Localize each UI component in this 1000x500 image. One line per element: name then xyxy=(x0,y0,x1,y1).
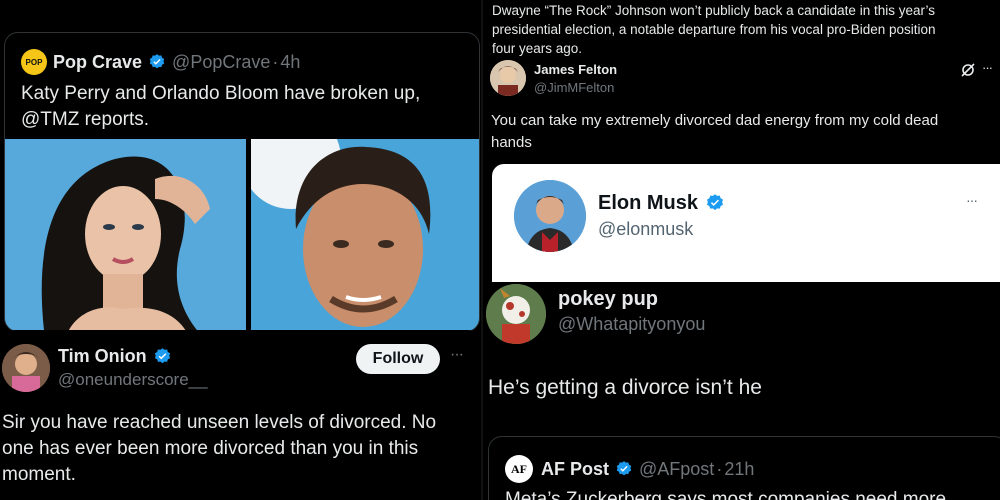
author-handle[interactable]: @elonmusk xyxy=(598,219,693,240)
author-name[interactable]: James Felton xyxy=(534,62,617,77)
separator: · xyxy=(272,51,279,72)
afpost-quoted-card[interactable]: AF AF Post @AFpost · 21h Meta’s Zuckerbe… xyxy=(488,436,1000,500)
follow-button[interactable]: Follow xyxy=(356,344,440,374)
reply-tweet[interactable]: Tim Onion @oneunderscore__ Follow ··· Si… xyxy=(0,330,482,500)
verified-badge-icon xyxy=(616,461,632,476)
right-screenshot: Dwayne “The Rock” Johnson won’t publicly… xyxy=(482,0,1000,500)
more-options-icon[interactable]: ··· xyxy=(450,346,464,364)
author-name[interactable]: AF Post xyxy=(541,459,609,480)
elon-musk-avatar[interactable] xyxy=(514,180,586,252)
james-felton-avatar[interactable] xyxy=(490,60,526,96)
post-age[interactable]: 21h xyxy=(724,459,754,480)
author-name[interactable]: Tim Onion xyxy=(58,346,147,367)
news-text: Dwayne “The Rock” Johnson won’t publicly… xyxy=(492,1,1000,58)
post-text: Meta’s Zuckerberg says most companies ne… xyxy=(505,489,947,500)
more-options-icon[interactable]: ··· xyxy=(966,192,978,208)
separator: · xyxy=(716,458,723,479)
tweet-text-line: You can take my extremely divorced dad e… xyxy=(491,112,939,129)
collage-divider xyxy=(481,0,483,500)
reply-text: Sir you have reached unseen levels of di… xyxy=(2,410,480,488)
logo-text: POP xyxy=(25,57,43,67)
author-handle[interactable]: @PopCrave xyxy=(172,52,270,73)
pokey-pup-avatar[interactable] xyxy=(486,284,546,344)
pokey-pup-tweet[interactable]: pokey pup @Whatapityonyou He’s getting a… xyxy=(482,282,1000,432)
author-name[interactable]: pokey pup xyxy=(558,288,658,311)
post-text-line: Katy Perry and Orlando Bloom have broken… xyxy=(21,83,421,104)
quoted-post-card[interactable]: POP Pop Crave @PopCrave · 4h Katy Perry … xyxy=(4,32,480,332)
author-handle[interactable]: @JimMFelton xyxy=(534,80,614,95)
news-text-line: presidential election, a notable departu… xyxy=(492,22,936,37)
logo-text: AF xyxy=(511,461,527,476)
reply-text-line: moment. xyxy=(2,464,76,485)
katy-perry-photo[interactable] xyxy=(5,139,246,331)
post-text-line: @TMZ reports. xyxy=(21,109,150,130)
portrait-illustration xyxy=(251,139,479,331)
afpost-logo[interactable]: AF xyxy=(505,455,533,483)
tim-onion-avatar[interactable] xyxy=(2,344,50,392)
james-felton-tweet[interactable]: James Felton @JimMFelton ··· You can tak… xyxy=(482,56,1000,166)
tweet-text-line: hands xyxy=(491,134,532,151)
verified-badge-icon xyxy=(707,194,724,211)
tweet-text: You can take my extremely divorced dad e… xyxy=(491,110,938,154)
post-text: Katy Perry and Orlando Bloom have broken… xyxy=(21,81,420,133)
grok-icon[interactable] xyxy=(960,62,976,78)
news-text-line: Dwayne “The Rock” Johnson won’t publicly… xyxy=(492,3,935,18)
elon-musk-card[interactable]: Elon Musk @elonmusk ··· xyxy=(492,164,1000,284)
more-options-icon[interactable]: ··· xyxy=(982,60,993,75)
verified-badge-icon xyxy=(154,347,170,363)
author-handle[interactable]: @oneunderscore__ xyxy=(58,370,208,390)
author-name[interactable]: Pop Crave xyxy=(53,52,142,73)
post-age[interactable]: 4h xyxy=(280,52,300,73)
reply-text-line: Sir you have reached unseen levels of di… xyxy=(2,412,437,433)
author-name[interactable]: Elon Musk xyxy=(598,192,698,215)
portrait-illustration xyxy=(5,139,246,331)
popcrave-logo[interactable]: POP xyxy=(21,49,47,75)
tweet-text: He’s getting a divorce isn’t he xyxy=(488,376,762,399)
author-handle[interactable]: @AFpost xyxy=(639,459,714,480)
orlando-bloom-photo[interactable] xyxy=(251,139,479,331)
reply-text-line: one has ever been more divorced than you… xyxy=(2,438,419,459)
author-handle[interactable]: @Whatapityonyou xyxy=(558,314,705,335)
left-screenshot: POP Pop Crave @PopCrave · 4h Katy Perry … xyxy=(0,0,482,500)
verified-badge-icon xyxy=(149,54,165,69)
cut-off-text xyxy=(2,0,462,6)
